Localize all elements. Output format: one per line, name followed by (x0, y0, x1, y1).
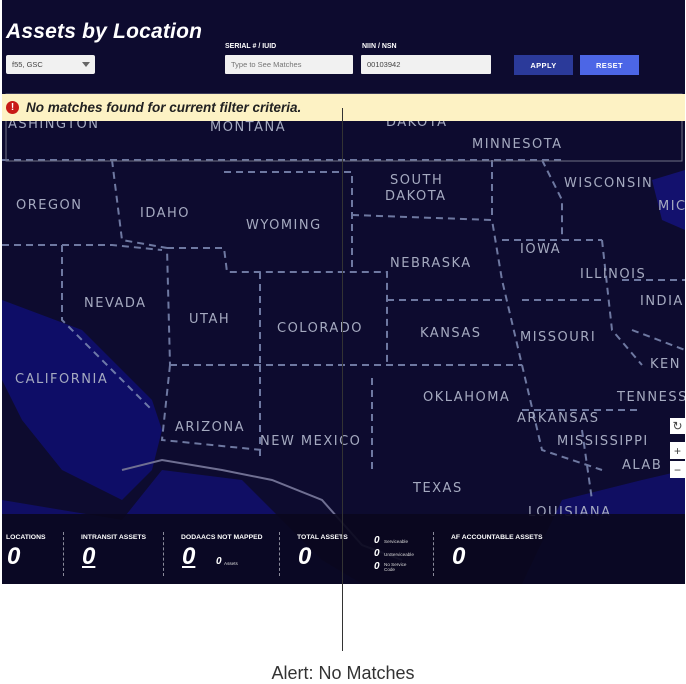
no-matches-alert: ! No matches found for current filter cr… (2, 94, 685, 121)
dodaacs-label: DODAACS NOT MAPPED (181, 534, 263, 541)
intransit-value[interactable]: 0 (82, 543, 95, 571)
state-label: ILLINOIS (580, 267, 646, 282)
state-label: KANSAS (420, 326, 482, 341)
refresh-icon[interactable]: ↻ (670, 418, 685, 434)
state-label: TEXAS (412, 481, 463, 496)
state-label: KEN (650, 357, 681, 372)
alert-message: No matches found for current filter crit… (26, 100, 302, 115)
unserviceable-value: 0 (374, 548, 380, 559)
state-label: OKLAHOMA (423, 390, 510, 405)
zoom-out-icon[interactable]: − (670, 461, 685, 478)
divider (63, 532, 64, 576)
state-label: ALAB (622, 458, 662, 473)
state-label: OREGON (16, 198, 83, 213)
no-service-code-label: No Service Code (384, 562, 407, 572)
total-assets-value: 0 (298, 543, 312, 570)
state-label: NEW MEXICO (260, 434, 361, 449)
serial-input[interactable] (225, 55, 353, 74)
serviceable-label: Serviceable (384, 539, 409, 544)
state-label: WISCONSIN (564, 176, 653, 191)
state-label: NEVADA (84, 296, 147, 311)
chevron-down-icon (82, 62, 90, 67)
state-label: MIC (658, 199, 685, 214)
serviceable-value: 0 (374, 535, 380, 546)
apply-button[interactable]: APPLY (514, 55, 573, 75)
state-label: ARKANSAS (517, 411, 599, 426)
divider (163, 532, 164, 576)
state-label: TENNESS (616, 390, 685, 405)
location-select[interactable]: f55, GSC (6, 55, 95, 74)
state-label: MISSOURI (520, 330, 596, 345)
dodaacs-value[interactable]: 0 (182, 543, 195, 571)
serial-label: SERIAL # / IUID (225, 43, 277, 50)
zoom-in-icon[interactable]: + (670, 442, 685, 459)
state-label: INDIA (640, 294, 684, 309)
state-label: CALIFORNIA (15, 372, 108, 387)
page-title: Assets by Location (6, 20, 203, 43)
state-label: DAKOTA (385, 189, 447, 204)
state-label: MISSISSIPPI (557, 434, 649, 449)
state-label: IDAHO (140, 206, 190, 221)
location-select-value: f55, GSC (12, 60, 43, 69)
state-label: COLORADO (277, 321, 363, 336)
unserviceable-label: UnServiceable (384, 552, 414, 557)
stats-bar: LOCATIONS 0 INTRANSIT ASSETS 0 DODAACS N… (2, 514, 685, 584)
reset-button[interactable]: RESET (580, 55, 639, 75)
figure-caption: Alert: No Matches (271, 663, 415, 683)
state-label: NEBRASKA (390, 256, 472, 271)
app-window: ASHINGTON MONTANA DAKOTA MINNESOTA WISCO… (2, 0, 685, 584)
error-icon: ! (6, 101, 19, 114)
dodaacs-assets-value: 0 (216, 556, 222, 567)
intransit-label: INTRANSIT ASSETS (81, 534, 147, 541)
state-label: WYOMING (246, 218, 322, 233)
niin-input[interactable] (361, 55, 491, 74)
state-label: IOWA (520, 242, 561, 257)
state-label: MINNESOTA (472, 137, 563, 152)
state-label: MONTANA (210, 120, 286, 135)
locations-label: LOCATIONS (6, 534, 46, 541)
dodaacs-assets-label: Assets (224, 561, 238, 566)
state-label: SOUTH (390, 173, 443, 188)
map-canvas[interactable]: ASHINGTON MONTANA DAKOTA MINNESOTA WISCO… (2, 0, 685, 584)
af-accountable-value: 0 (452, 543, 466, 570)
divider (433, 532, 434, 576)
state-label: ARIZONA (175, 420, 245, 435)
state-label: UTAH (189, 312, 230, 327)
total-assets-label: TOTAL ASSETS (297, 534, 348, 541)
divider (279, 532, 280, 576)
callout-line (342, 108, 343, 651)
locations-value: 0 (7, 543, 21, 570)
af-accountable-label: AF ACCOUNTABLE ASSETS (451, 534, 543, 541)
niin-label: NIIN / NSN (362, 43, 397, 50)
no-service-code-value: 0 (374, 561, 380, 572)
